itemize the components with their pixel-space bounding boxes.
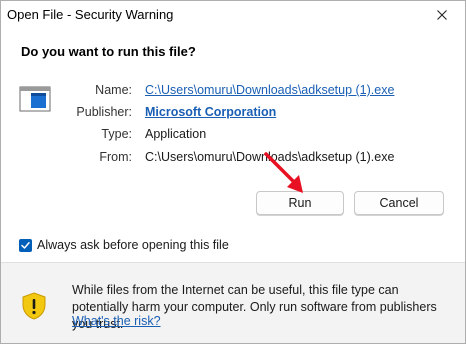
type-value: Application	[145, 127, 207, 141]
close-icon	[437, 10, 447, 20]
name-label: Name:	[95, 83, 132, 97]
checkmark-icon	[21, 241, 30, 249]
whats-the-risk-link[interactable]: What's the risk?	[72, 314, 161, 328]
always-ask-checkbox-row: Always ask before opening this file	[19, 237, 229, 253]
name-row: Name: C:\Users\omuru\Downloads\adksetup …	[1, 83, 465, 101]
always-ask-checkbox[interactable]	[19, 238, 32, 252]
file-name-link[interactable]: C:\Users\omuru\Downloads\adksetup (1).ex…	[145, 83, 394, 97]
from-value: C:\Users\omuru\Downloads\adksetup (1).ex…	[145, 150, 395, 164]
from-label: From:	[99, 150, 132, 164]
dialog-question: Do you want to run this file?	[21, 44, 196, 59]
cancel-button[interactable]: Cancel	[354, 191, 444, 215]
publisher-row: Publisher: Microsoft Corporation	[1, 105, 465, 123]
from-row: From: C:\Users\omuru\Downloads\adksetup …	[1, 150, 465, 168]
run-button[interactable]: Run	[256, 191, 344, 215]
always-ask-label[interactable]: Always ask before opening this file	[37, 238, 229, 252]
title-bar: Open File - Security Warning	[1, 1, 465, 29]
type-label: Type:	[101, 127, 132, 141]
publisher-label: Publisher:	[76, 105, 132, 119]
shield-warning-icon	[22, 292, 46, 320]
close-button[interactable]	[419, 1, 465, 29]
type-row: Type: Application	[1, 127, 465, 145]
publisher-link[interactable]: Microsoft Corporation	[145, 105, 276, 119]
window-title: Open File - Security Warning	[7, 7, 174, 22]
security-warning-dialog: Open File - Security Warning Do you want…	[0, 0, 466, 344]
